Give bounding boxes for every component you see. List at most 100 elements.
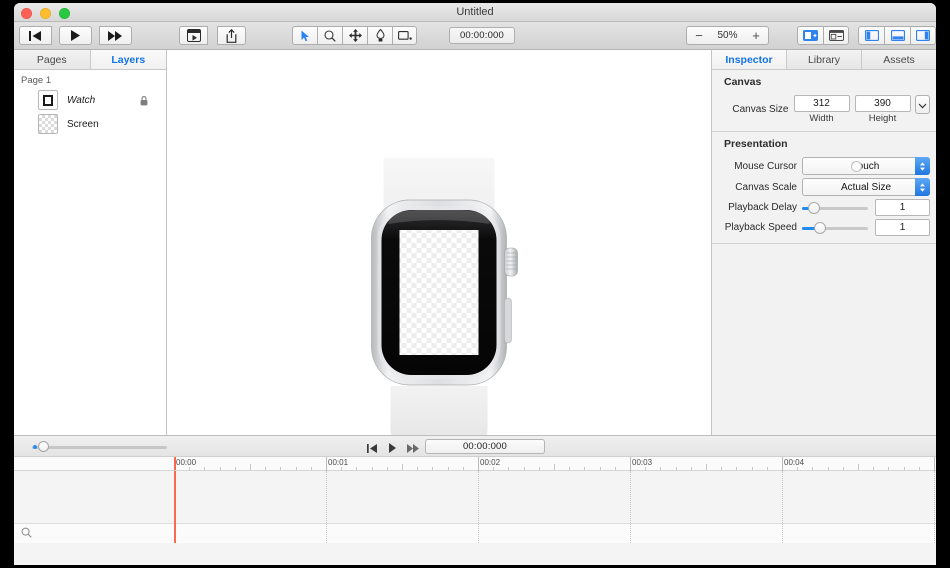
ruler-minor-tick — [842, 467, 844, 470]
canvas-scale-select[interactable]: Actual Size — [802, 178, 930, 196]
add-page-button[interactable] — [179, 26, 208, 45]
fast-forward-button[interactable] — [99, 26, 132, 45]
timeline-gridline — [934, 471, 935, 543]
tool-palette — [292, 26, 417, 45]
timeline-gridline — [478, 471, 479, 543]
tab-assets[interactable]: Assets — [862, 50, 936, 69]
canvas-width-input[interactable]: 312 — [793, 95, 850, 112]
tab-inspector[interactable]: Inspector — [712, 50, 787, 69]
playback-delay-row: Playback Delay 1 — [712, 199, 936, 216]
ruler-minor-tick — [265, 467, 267, 470]
split-view-controls — [797, 26, 849, 45]
timeline-playhead[interactable] — [174, 471, 176, 543]
timeline-gridline — [326, 471, 327, 543]
ruler-minor-tick — [751, 467, 753, 470]
ruler-minor-tick — [721, 467, 723, 470]
ruler-minor-tick — [402, 464, 403, 470]
canvas-size-row: Canvas Size 312 Width 390 Height — [712, 95, 936, 124]
ruler-minor-tick — [462, 467, 464, 470]
ruler-major-tick — [326, 457, 327, 471]
timeline-tracks-area[interactable] — [14, 471, 936, 543]
layers-panel-tabs: Pages Layers — [14, 50, 166, 70]
ruler-minor-tick — [280, 467, 282, 470]
panel-left-icon — [864, 30, 879, 41]
fast-forward-icon — [108, 30, 123, 41]
ruler-major-tick — [478, 457, 479, 471]
canvas-preset-button[interactable] — [914, 95, 930, 114]
playback-delay-input[interactable]: 1 — [875, 199, 930, 216]
split-view-right-icon — [828, 30, 844, 41]
lock-icon[interactable] — [140, 93, 148, 111]
toolbar-timecode-field[interactable]: 00:00:000 — [449, 27, 515, 44]
ruler-minor-tick — [493, 467, 495, 470]
zoom-tool[interactable] — [317, 26, 342, 45]
inspector-split-left-button[interactable] — [797, 26, 823, 45]
zoom-controls: − 50% + — [686, 26, 769, 45]
ruler-minor-tick — [356, 467, 358, 470]
ruler-tick-label: 00:00 — [176, 458, 197, 467]
timeline-gridline — [630, 471, 631, 543]
list-item[interactable]: Watch — [14, 88, 166, 112]
move-tool[interactable] — [342, 26, 367, 45]
zoom-out-button[interactable]: − — [686, 26, 711, 45]
inspector-split-right-button[interactable] — [823, 26, 849, 45]
tab-pages[interactable]: Pages — [14, 50, 91, 69]
ruler-minor-tick — [645, 467, 647, 470]
canvas-height-input[interactable]: 390 — [854, 95, 911, 112]
playback-speed-input[interactable]: 1 — [875, 219, 930, 236]
timeline-zoom-slider[interactable] — [32, 441, 167, 453]
mouse-cursor-select[interactable]: Touch — [802, 157, 930, 175]
panel-right-icon — [916, 30, 930, 41]
timeline-ruler[interactable]: 00:0000:0100:0200:0300:0400:05 — [14, 457, 936, 471]
timeline-go-to-start-button[interactable] — [367, 440, 378, 458]
toggle-left-panel-button[interactable] — [858, 26, 884, 45]
ruler-minor-tick — [660, 467, 662, 470]
toggle-bottom-panel-button[interactable] — [884, 26, 910, 45]
slider-track — [32, 446, 167, 449]
canvas-width-group: 312 Width — [793, 95, 850, 124]
slider-thumb[interactable] — [814, 221, 827, 234]
cursor-preview-icon — [851, 161, 862, 172]
ruler-minor-tick — [234, 467, 236, 470]
zoom-level-value[interactable]: 50% — [711, 26, 744, 45]
shape-tool[interactable] — [392, 26, 417, 45]
playback-delay-slider[interactable] — [802, 200, 868, 216]
search-icon[interactable] — [21, 525, 32, 543]
tab-library[interactable]: Library — [787, 50, 862, 69]
go-to-beginning-button[interactable] — [19, 26, 52, 45]
ruler-minor-tick — [250, 464, 251, 470]
select-tool[interactable] — [292, 26, 317, 45]
ruler-minor-tick — [584, 467, 586, 470]
ruler-minor-tick — [706, 464, 707, 470]
arrow-cursor-icon — [301, 30, 310, 42]
ruler-minor-tick — [873, 467, 875, 470]
timeline-timecode-field[interactable]: 00:00:000 — [425, 439, 545, 454]
timeline-playhead[interactable] — [174, 457, 176, 470]
ruler-minor-tick — [523, 467, 525, 470]
magnifier-icon — [324, 29, 336, 42]
slider-thumb[interactable] — [38, 441, 50, 452]
split-view-left-icon — [803, 30, 818, 41]
canvas-section: Canvas Canvas Size 312 Width 390 Height — [712, 70, 936, 132]
transport-controls — [19, 26, 132, 45]
document-actions — [179, 26, 246, 45]
layer-name-watch: Watch — [67, 94, 96, 106]
slider-thumb[interactable] — [807, 201, 820, 214]
playback-speed-slider[interactable] — [802, 220, 868, 236]
timeline-fast-forward-button[interactable] — [407, 440, 420, 458]
share-button[interactable] — [217, 26, 246, 45]
canvas-size-label: Canvas Size — [732, 104, 789, 115]
ruler-minor-tick — [508, 467, 510, 470]
ruler-minor-tick — [295, 467, 297, 470]
timeline-play-button[interactable] — [388, 440, 397, 458]
ruler-major-tick — [630, 457, 631, 471]
pen-icon — [375, 29, 385, 42]
chevron-updown-icon — [915, 178, 930, 196]
zoom-in-button[interactable]: + — [744, 26, 769, 45]
toggle-right-panel-button[interactable] — [910, 26, 936, 45]
apple-watch-mockup[interactable] — [337, 158, 542, 468]
play-button[interactable] — [59, 26, 92, 45]
pen-tool[interactable] — [367, 26, 392, 45]
list-item[interactable]: Screen — [14, 112, 166, 136]
tab-layers[interactable]: Layers — [90, 50, 166, 69]
